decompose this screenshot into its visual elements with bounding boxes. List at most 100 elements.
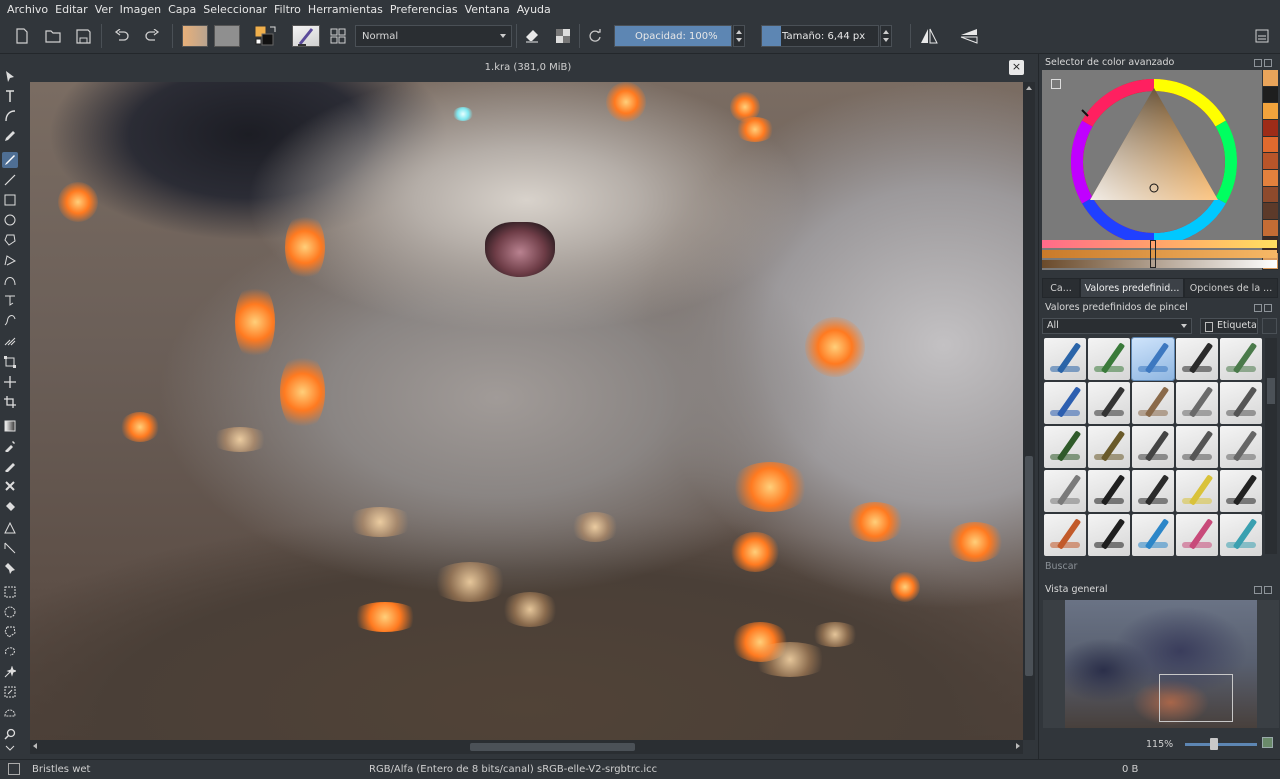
reference-images-icon[interactable] (2, 560, 18, 576)
tab-capas[interactable]: Ca... (1042, 278, 1080, 298)
panel-float-buttons[interactable] (1252, 584, 1274, 594)
brush-preset-3[interactable] (1131, 337, 1175, 381)
brush-tag-filter-dropdown[interactable]: All (1042, 318, 1192, 334)
menu-preferencias[interactable]: Preferencias (387, 3, 461, 16)
brush-status-icon[interactable] (8, 763, 20, 775)
new-document-icon[interactable] (12, 25, 32, 47)
palette-swatch[interactable] (1263, 170, 1278, 187)
dynamic-brush-icon[interactable] (2, 312, 18, 328)
undo-icon[interactable] (111, 25, 133, 47)
slider-handle[interactable] (1150, 240, 1156, 268)
overview-viewport-rect[interactable] (1159, 674, 1233, 722)
brush-preset-12[interactable] (1088, 426, 1130, 468)
palette-swatch[interactable] (1263, 70, 1278, 87)
brush-preset-4[interactable] (1176, 338, 1218, 380)
close-icon[interactable]: × (1009, 60, 1024, 75)
brush-preset-9[interactable] (1176, 382, 1218, 424)
transform-icon[interactable] (2, 354, 18, 370)
multibrush-icon[interactable] (2, 332, 18, 348)
open-document-icon[interactable] (42, 25, 64, 47)
polyline-icon[interactable] (2, 252, 18, 268)
rectangle-icon[interactable] (2, 192, 18, 208)
menu-filtro[interactable]: Filtro (271, 3, 304, 16)
mirror-horizontal-icon[interactable] (918, 25, 940, 47)
canvas[interactable] (30, 82, 1023, 740)
menu-archivo[interactable]: Archivo (4, 3, 51, 16)
colorize-mask-icon[interactable] (2, 458, 18, 474)
brush-preset-18[interactable] (1132, 470, 1174, 512)
brush-preset-1[interactable] (1044, 338, 1086, 380)
text-icon[interactable] (2, 88, 18, 104)
brush-preset-19[interactable] (1176, 470, 1218, 512)
brush-view-options-icon[interactable] (1262, 318, 1277, 334)
color-picker-icon[interactable] (2, 438, 18, 454)
size-spinner[interactable] (880, 25, 892, 47)
palette-swatch[interactable] (1263, 153, 1278, 171)
line-icon[interactable] (2, 172, 18, 188)
settings-icon[interactable] (1252, 25, 1272, 47)
pan-icon[interactable] (2, 740, 18, 756)
polygon-select-icon[interactable] (2, 624, 18, 640)
palette-swatch[interactable] (1263, 136, 1278, 154)
menu-herramientas[interactable]: Herramientas (305, 3, 386, 16)
brush-preset-20[interactable] (1220, 470, 1262, 512)
calligraphy-icon[interactable] (2, 108, 18, 124)
overview-zoom-slider[interactable] (1185, 743, 1257, 746)
color-selector-settings-icon[interactable] (1051, 79, 1061, 89)
zoom-slider-handle[interactable] (1210, 738, 1218, 750)
brush-preset-10[interactable] (1220, 382, 1262, 424)
tab-opciones-herramienta[interactable]: Opciones de la ... (1184, 278, 1278, 298)
edit-shapes-icon[interactable] (2, 128, 18, 144)
brush-preset-14[interactable] (1176, 426, 1218, 468)
measure-icon[interactable] (2, 540, 18, 556)
mirror-vertical-icon[interactable] (958, 25, 980, 47)
size-slider[interactable]: Tamaño: 6,44 px (761, 25, 879, 47)
menu-capa[interactable]: Capa (165, 3, 199, 16)
menu-ver[interactable]: Ver (92, 3, 116, 16)
save-icon[interactable] (72, 25, 94, 47)
freehand-select-icon[interactable] (2, 644, 18, 660)
menu-editar[interactable]: Editar (52, 3, 91, 16)
assistant-icon[interactable] (2, 520, 18, 536)
crop-icon[interactable] (2, 394, 18, 410)
brush-preset-15[interactable] (1220, 426, 1262, 468)
canvas-horizontal-scrollbar[interactable] (30, 740, 1023, 754)
blend-mode-dropdown[interactable]: Normal (355, 25, 512, 47)
rect-select-icon[interactable] (2, 584, 18, 600)
value-slider[interactable] (1042, 260, 1277, 268)
palette-swatch[interactable] (1263, 186, 1278, 204)
ellipse-select-icon[interactable] (2, 604, 18, 620)
saturation-slider[interactable] (1042, 250, 1277, 258)
bezier-select-icon[interactable] (2, 704, 18, 720)
fill-icon[interactable] (2, 498, 18, 514)
scroll-right-icon[interactable] (1016, 743, 1020, 749)
menu-ayuda[interactable]: Ayuda (514, 3, 554, 16)
panel-float-buttons[interactable] (1252, 57, 1274, 67)
brush-search-input[interactable]: Buscar (1045, 561, 1077, 572)
move-icon[interactable] (2, 374, 18, 390)
brush-preset-23[interactable] (1132, 514, 1174, 556)
bezier-icon[interactable] (2, 272, 18, 288)
freehand-brush-icon[interactable] (2, 152, 18, 168)
palette-swatch[interactable] (1263, 120, 1278, 137)
brush-preset-8[interactable] (1132, 382, 1174, 424)
brush-preset-6[interactable] (1044, 382, 1086, 424)
tag-button[interactable]: Etiqueta (1200, 318, 1258, 334)
brush-preset-7[interactable] (1088, 382, 1130, 424)
gradient-swatch-icon[interactable] (182, 25, 208, 47)
select-shapes-icon[interactable] (2, 68, 18, 84)
canvas-vertical-scrollbar[interactable] (1023, 82, 1035, 740)
brush-preset-25[interactable] (1220, 514, 1262, 556)
document-tab[interactable]: 1.kra (381,0 MiB) × (30, 56, 1026, 80)
brush-preset-13[interactable] (1132, 426, 1174, 468)
reload-preset-icon[interactable] (585, 25, 605, 47)
ellipse-icon[interactable] (2, 212, 18, 228)
palette-swatch[interactable] (1263, 86, 1278, 104)
palette-swatch[interactable] (1263, 220, 1278, 237)
opacity-spinner[interactable] (733, 25, 745, 47)
scrollbar-thumb[interactable] (1267, 378, 1275, 404)
brush-preset-16[interactable] (1044, 470, 1086, 512)
color-sliders[interactable] (1042, 240, 1277, 268)
scroll-up-icon[interactable] (1026, 86, 1032, 90)
brush-preset-24[interactable] (1176, 514, 1218, 556)
